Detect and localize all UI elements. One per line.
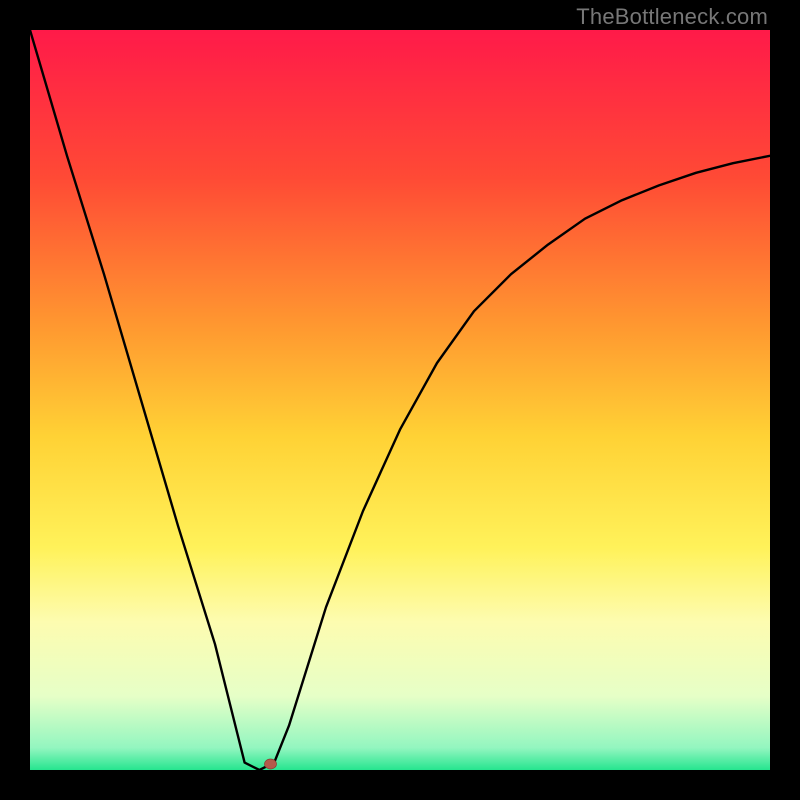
- chart-frame: TheBottleneck.com: [0, 0, 800, 800]
- min-point-marker: [265, 759, 277, 769]
- watermark-label: TheBottleneck.com: [576, 4, 768, 30]
- plot-area: [30, 30, 770, 770]
- bottleneck-chart: [30, 30, 770, 770]
